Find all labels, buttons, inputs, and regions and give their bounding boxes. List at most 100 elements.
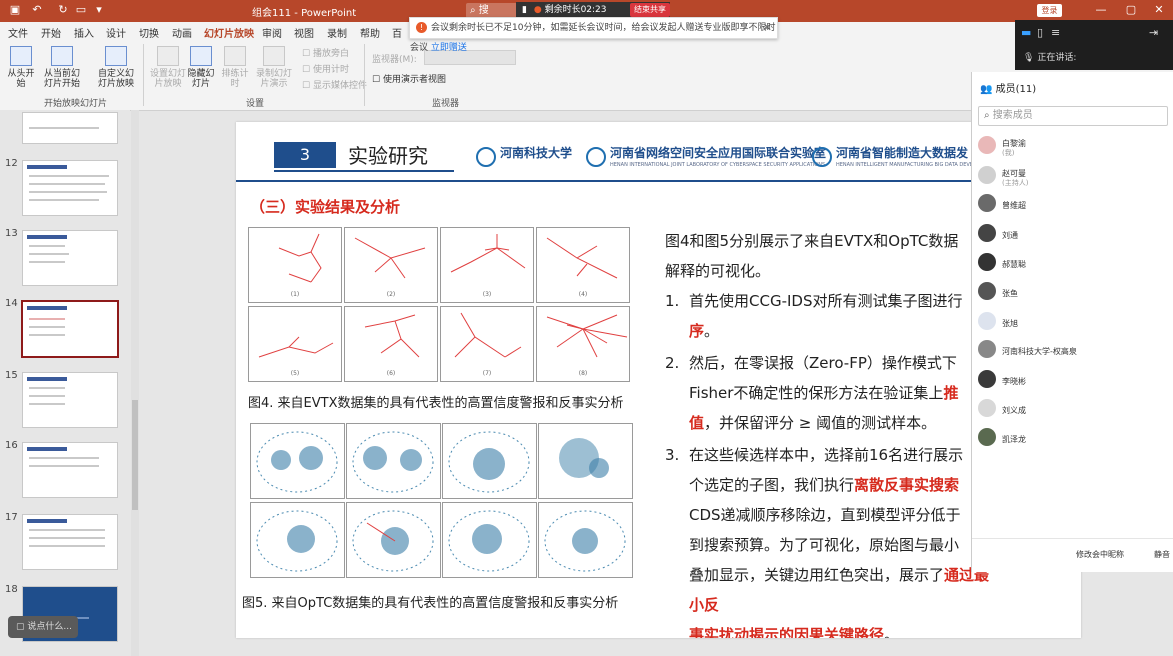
tab-more[interactable]: 百 [392, 25, 402, 40]
bigdata-logo-icon [812, 147, 832, 167]
figure5-panel [346, 502, 441, 578]
customize-qat-icon[interactable]: ▾ [92, 3, 106, 17]
figure4-caption: 图4. 来自EVTX数据集的具有代表性的高置信度警报和反事实分析 [248, 396, 624, 411]
slide-thumbnail[interactable] [22, 160, 118, 216]
avatar [978, 136, 996, 154]
avatar [978, 166, 996, 184]
from-current-button[interactable]: 从当前幻灯片开始 [40, 46, 84, 89]
end-share-button[interactable]: 结束共享 [630, 3, 670, 17]
start-show-icon[interactable]: ▭ [74, 3, 88, 17]
slide-thumbnail[interactable] [22, 112, 118, 144]
avatar [978, 312, 996, 330]
slide-thumbnail[interactable] [22, 514, 118, 570]
member-item[interactable]: 白黎渝 (我) [978, 134, 1168, 160]
logo-bigdata: 河南省智能制造大数据发 HENAN INTELLIGENT MANUFACTURI… [836, 146, 976, 168]
slide-thumbnail[interactable] [22, 230, 118, 286]
tab-help[interactable]: 帮助 [360, 25, 380, 40]
slide-title: 实验研究 [348, 144, 428, 168]
edit-nickname-button[interactable]: 修改会中昵称 [1076, 549, 1124, 560]
show-media-checkbox[interactable]: ☐ 显示媒体控件 [302, 78, 367, 91]
save-icon[interactable]: ▣ [8, 3, 22, 17]
redo-icon[interactable]: ↻ [56, 3, 70, 17]
undo-icon[interactable]: ↶ [30, 3, 44, 17]
chat-icon: ▢ [16, 622, 25, 632]
graph-sketch [278, 233, 322, 283]
avatar [978, 428, 996, 446]
group-separator [143, 44, 144, 106]
slide-canvas[interactable]: 3 实验研究 河南科技大学 河南省网络空间安全应用国际联合实验室 HENAN IN… [236, 122, 1081, 638]
search-input[interactable]: ⌕ 搜 [466, 3, 518, 18]
record-icon: ● [533, 5, 542, 15]
close-notification-icon[interactable]: ✕ [763, 18, 772, 38]
tab-view[interactable]: 视图 [294, 25, 314, 40]
maximize-icon[interactable]: ▢ [1124, 3, 1138, 17]
slide-thumbnail[interactable] [22, 372, 118, 428]
hide-slide-icon [190, 46, 212, 66]
layout-icon[interactable]: ▯ [1037, 26, 1043, 39]
member-item[interactable]: 张旭 [978, 310, 1168, 336]
figure4-panel: (2) [344, 227, 438, 303]
figure4-panel: (6) [344, 306, 438, 382]
figure5-panel [346, 423, 441, 499]
slide-thumbnails-pane: 12 13 14 15 16 17 18 [0, 110, 130, 656]
tab-insert[interactable]: 插入 [74, 25, 94, 40]
slide-thumbnail-selected[interactable] [21, 300, 119, 358]
record-show-button[interactable]: 录制幻灯片演示 [254, 46, 294, 89]
tab-home[interactable]: 开始 [41, 25, 61, 40]
minimize-icon[interactable]: — [1094, 3, 1108, 17]
slideshow-current-icon [51, 46, 73, 66]
from-start-button[interactable]: 从头开始 [4, 46, 38, 89]
hide-slide-button[interactable]: 隐藏幻灯片 [186, 46, 216, 89]
mute-button[interactable]: 静音 [1154, 549, 1170, 560]
figure5-panel [250, 423, 345, 499]
rehearse-button[interactable]: 排练计时 [218, 46, 252, 89]
thumbnail-scrollbar[interactable] [131, 110, 139, 656]
member-item[interactable]: 李晓彬 [978, 368, 1168, 394]
avatar [978, 282, 996, 300]
member-item[interactable]: 刘义成 [978, 397, 1168, 423]
intro-paragraph: 图4和图5分别展示了来自EVTX和OpTC数据 解释的可视化。 [665, 232, 959, 280]
chat-input-hint[interactable]: ▢ 说点什么... [8, 616, 78, 638]
close-icon[interactable]: ✕ [1152, 3, 1166, 17]
slide-number: 17 [5, 512, 18, 523]
mic-icon[interactable]: ▬ [1021, 26, 1031, 39]
tab-review[interactable]: 审阅 [262, 25, 282, 40]
expand-icon[interactable]: ⇥ [1149, 26, 1158, 39]
login-button[interactable]: 登录 [1037, 4, 1062, 17]
member-item[interactable]: 赵可曼 (主持人) [978, 164, 1168, 190]
member-item[interactable]: 河南科技大学-权高泉 [978, 338, 1168, 364]
avatar [978, 224, 996, 242]
tab-file[interactable]: 文件 [8, 25, 28, 40]
figure5-panel [538, 423, 633, 499]
list-icon[interactable]: ≡ [1051, 26, 1060, 39]
use-timing-checkbox[interactable]: ☐ 使用计时 [302, 62, 349, 75]
custom-show-button[interactable]: 自定义幻灯片放映 [96, 46, 136, 89]
gift-link[interactable]: 立即赠送 [431, 43, 467, 53]
members-icon: 👥 [980, 84, 993, 95]
figure4-panel: (8) [536, 306, 630, 382]
warning-icon: ! [416, 22, 427, 33]
setup-show-button[interactable]: 设置幻灯片放映 [150, 46, 186, 89]
member-item[interactable]: 曾维超 [978, 192, 1168, 218]
figure4-panel: (4) [536, 227, 630, 303]
slide-thumbnail[interactable] [22, 442, 118, 498]
figure5-caption: 图5. 来自OpTC数据集的具有代表性的高置信度警报和反事实分析 [242, 596, 619, 611]
scroll-thumb[interactable] [132, 400, 138, 510]
tab-design[interactable]: 设计 [106, 25, 126, 40]
avatar [978, 370, 996, 388]
member-item[interactable]: 凯泽龙 [978, 426, 1168, 452]
member-item[interactable]: 郝慧聪 [978, 251, 1168, 277]
member-search-input[interactable]: ⌕ 搜索成员 [978, 106, 1168, 126]
presenter-view-checkbox[interactable]: ☐ 使用演示者视图 [372, 72, 446, 85]
member-item[interactable]: 张鱼 [978, 280, 1168, 306]
slide-number: 14 [5, 298, 18, 309]
member-item[interactable]: 刘通 [978, 222, 1168, 248]
tab-transitions[interactable]: 切换 [139, 25, 159, 40]
tab-animations[interactable]: 动画 [172, 25, 192, 40]
figure5-panel [250, 502, 345, 578]
search-icon: ⌕ [984, 110, 990, 121]
avatar [978, 340, 996, 358]
mic-speaking-icon: 🎙 [1023, 53, 1035, 63]
play-narration-checkbox[interactable]: ☐ 播放旁白 [302, 46, 349, 59]
tab-record[interactable]: 录制 [327, 25, 347, 40]
